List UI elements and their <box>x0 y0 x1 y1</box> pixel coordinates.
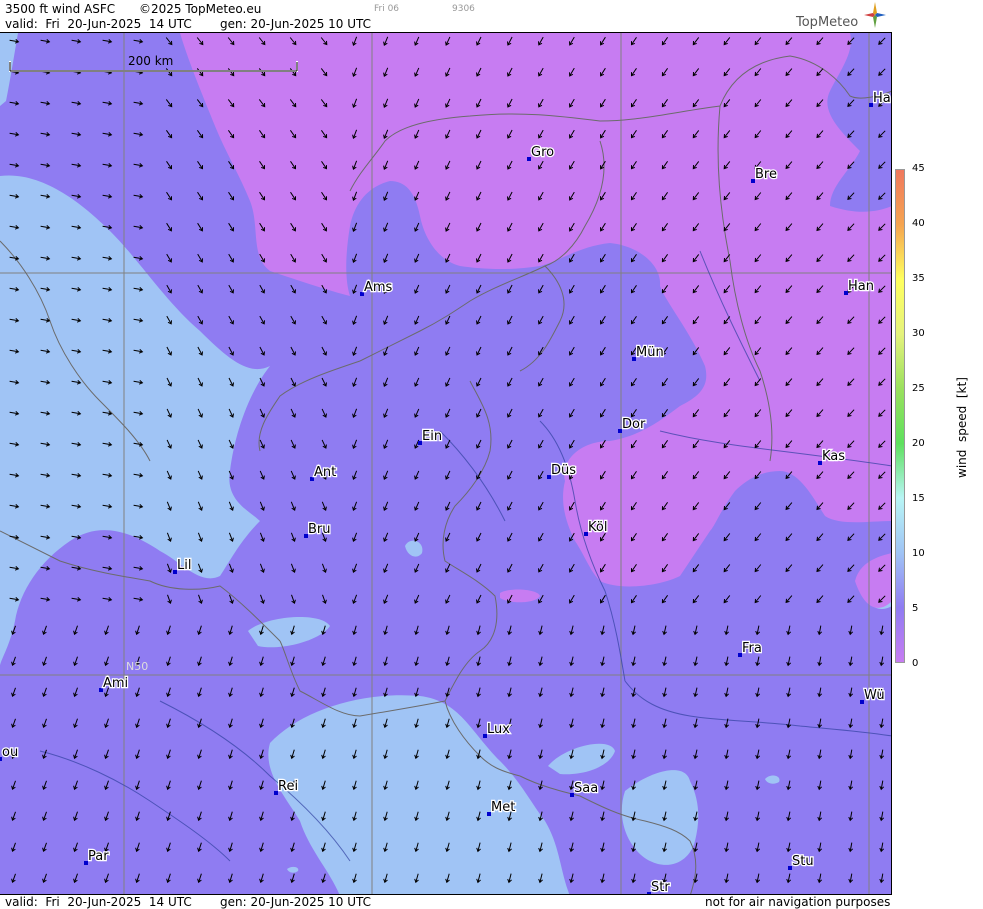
valid-time: valid: Fri 20-Jun-2025 14 UTC <box>5 17 192 31</box>
city-marker[interactable]: Kas <box>818 448 847 465</box>
compass-star-icon <box>864 2 886 28</box>
city-marker[interactable]: Gro <box>527 144 555 161</box>
topmeteo-logo: TopMeteo <box>796 2 888 32</box>
city-label: Bru <box>308 522 331 537</box>
city-label: Wü <box>864 688 885 703</box>
city-label: Düs <box>551 463 576 478</box>
city-marker[interactable]: Ant <box>310 464 337 481</box>
legend-tick-label: 45 <box>912 163 925 174</box>
city-label: Ant <box>314 465 336 480</box>
city-marker[interactable]: Par <box>84 848 110 865</box>
latitude-label: N50 <box>126 660 148 673</box>
city-label: Met <box>491 800 515 815</box>
city-marker[interactable]: Bru <box>304 521 332 538</box>
city-label: Ami <box>103 676 128 691</box>
city-marker[interactable]: Han <box>844 278 875 295</box>
city-label: ou <box>2 745 18 760</box>
disclaimer: not for air navigation purposes <box>705 895 891 909</box>
legend-tick-label: 40 <box>912 218 925 229</box>
footer-generated-time: gen: 20-Jun-2025 10 UTC <box>220 895 372 909</box>
legend-color-bar <box>895 169 905 663</box>
legend-title: wind speed [kt] <box>955 377 969 478</box>
city-label: Par <box>88 849 109 864</box>
generated-time: gen: 20-Jun-2025 10 UTC <box>220 17 372 31</box>
city-label: Kas <box>822 449 845 464</box>
footer-valid-time: valid: Fri 20-Jun-2025 14 UTC <box>5 895 192 909</box>
city-marker[interactable]: Dor <box>618 416 647 433</box>
city-label: Köl <box>588 520 607 535</box>
city-marker[interactable]: Ha <box>869 90 891 107</box>
city-label: Stu <box>792 854 814 869</box>
legend-tick-label: 15 <box>912 493 925 504</box>
city-marker[interactable]: Stu <box>788 853 815 870</box>
city-marker[interactable]: Ein <box>418 428 443 445</box>
wind-speed-legend: 45 40 35 30 25 20 15 10 5 0 <box>892 0 983 909</box>
city-label: Fra <box>742 641 762 656</box>
city-marker[interactable]: Fra <box>738 640 763 657</box>
city-label: Lux <box>487 722 510 737</box>
city-label: Lil <box>177 558 191 573</box>
legend-tick-label: 0 <box>912 658 919 669</box>
city-label: Ein <box>422 429 442 444</box>
legend-tick-label: 35 <box>912 273 925 284</box>
map-header: 3500 ft wind ASFC ©2025 TopMeteo.eu Fri … <box>0 0 892 32</box>
city-label: Bre <box>755 167 777 182</box>
city-marker[interactable]: Lux <box>483 721 512 738</box>
city-marker[interactable]: Bre <box>751 166 778 183</box>
city-label: Rei <box>278 779 298 794</box>
map-footer: valid: Fri 20-Jun-2025 14 UTC gen: 20-Ju… <box>0 895 892 909</box>
legend-tick-label: 30 <box>912 328 925 339</box>
city-label: Mün <box>636 345 664 360</box>
city-label: Ams <box>364 280 393 295</box>
legend-tick-label: 10 <box>912 548 925 559</box>
copyright: ©2025 TopMeteo.eu <box>139 2 262 16</box>
city-label: Ha <box>873 91 891 106</box>
day-code: Fri 06 <box>374 4 400 14</box>
city-label: Gro <box>531 145 554 160</box>
scale-bar-label: 200 km <box>128 54 173 68</box>
city-label: Saa <box>574 781 598 796</box>
product-title: 3500 ft wind ASFC <box>5 2 116 16</box>
city-marker[interactable]: Düs <box>547 462 577 479</box>
city-label: Han <box>848 279 874 294</box>
city-label: Dor <box>622 417 646 432</box>
city-marker[interactable]: Mün <box>632 344 665 361</box>
legend-tick-label: 5 <box>912 603 919 614</box>
city-label: Str <box>651 880 670 895</box>
city-marker[interactable]: Rei <box>274 778 299 795</box>
wind-map-canvas: N50 200 km Gro Bre Ha Ams Han Mün Ein Dor Ant Düs… <box>0 33 891 895</box>
city-marker[interactable]: Wü <box>860 687 886 704</box>
city-marker[interactable]: Ami <box>99 675 129 692</box>
city-marker[interactable]: ou <box>0 744 19 761</box>
legend-tick-label: 20 <box>912 438 925 449</box>
city-marker[interactable]: Ams <box>360 279 394 296</box>
run-code: 9306 <box>452 4 475 14</box>
wind-map[interactable]: N50 200 km Gro Bre Ha Ams Han Mün Ein Dor Ant Düs… <box>0 32 892 895</box>
logo-text: TopMeteo <box>796 15 859 30</box>
city-marker[interactable]: Köl <box>584 519 609 536</box>
city-marker[interactable]: Str <box>647 879 672 895</box>
legend-tick-label: 25 <box>912 383 925 394</box>
city-marker[interactable]: Met <box>487 799 517 816</box>
city-marker[interactable]: Saa <box>570 780 599 797</box>
